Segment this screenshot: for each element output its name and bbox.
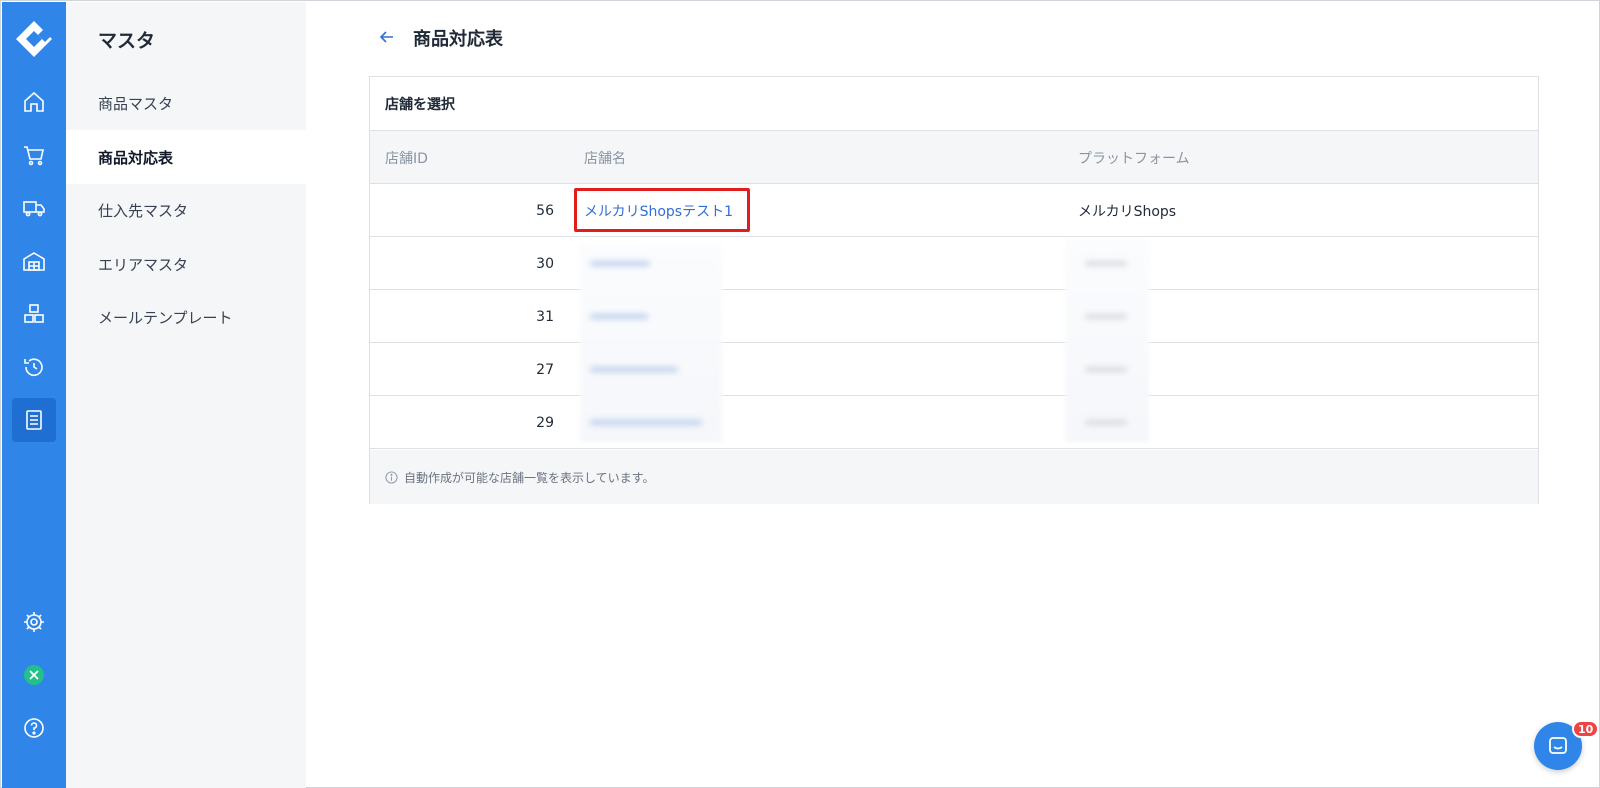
table-row[interactable]: 56 メルカリShopsテスト1 メルカリShops	[370, 184, 1538, 237]
card-footer: 自動作成が可能な店舗一覧を表示しています。	[370, 450, 1538, 504]
sidebar-item-label: 商品マスタ	[98, 94, 174, 113]
chat-unread-badge: 10	[1572, 720, 1600, 738]
icon-rail	[2, 2, 66, 788]
app-logo[interactable]	[14, 19, 54, 59]
cart-icon[interactable]	[12, 133, 56, 177]
sidebar-item-mail-template[interactable]: メールテンプレート	[66, 290, 306, 344]
truck-icon[interactable]	[12, 186, 56, 230]
table-header: 店舗ID 店舗名 プラットフォーム	[370, 131, 1538, 184]
sidebar-item-supplier-master[interactable]: 仕入先マスタ	[66, 183, 306, 237]
store-id: 30	[536, 255, 554, 272]
store-id: 27	[536, 361, 554, 378]
sub-sidebar: マスタ 商品マスタ 商品対応表 仕入先マスタ エリアマスタ メールテンプレート	[66, 2, 306, 788]
store-id: 31	[536, 308, 554, 325]
table-row[interactable]: 29	[370, 396, 1538, 449]
boxes-icon[interactable]	[12, 292, 56, 336]
app-frame: マスタ 商品マスタ 商品対応表 仕入先マスタ エリアマスタ メールテンプレート …	[0, 0, 1600, 788]
footer-note: 自動作成が可能な店舗一覧を表示しています。	[404, 470, 655, 485]
settings-icon[interactable]	[12, 600, 56, 644]
section-title: マスタ	[98, 30, 156, 52]
store-select-card: 店舗を選択 店舗ID 店舗名 プラットフォーム 56 メルカリShopsテスト1…	[369, 76, 1539, 504]
table-row[interactable]: 31	[370, 290, 1538, 343]
home-icon[interactable]	[12, 80, 56, 124]
store-id: 29	[536, 414, 554, 431]
column-header-store-name: 店舗名	[584, 150, 626, 167]
card-header: 店舗を選択	[370, 77, 1538, 131]
info-icon	[385, 470, 398, 484]
redacted-store-names	[580, 245, 722, 442]
back-arrow-icon[interactable]	[377, 27, 397, 47]
column-header-store-id: 店舗ID	[385, 150, 428, 167]
status-icon[interactable]	[12, 653, 56, 697]
history-icon[interactable]	[12, 345, 56, 389]
sidebar-item-product-master[interactable]: 商品マスタ	[66, 76, 306, 130]
sidebar-item-label: エリアマスタ	[98, 255, 189, 274]
list-icon[interactable]	[12, 398, 56, 442]
sidebar-item-label: メールテンプレート	[98, 308, 233, 327]
page-title: 商品対応表	[413, 29, 503, 50]
table-row[interactable]: 30	[370, 237, 1538, 290]
store-id: 56	[536, 202, 554, 219]
warehouse-icon[interactable]	[12, 239, 56, 283]
column-header-platform: プラットフォーム	[1078, 150, 1190, 167]
store-platform: メルカリShops	[1078, 203, 1177, 220]
table-row[interactable]: 27	[370, 343, 1538, 396]
redacted-platforms	[1065, 240, 1149, 442]
sidebar-item-area-master[interactable]: エリアマスタ	[66, 237, 306, 291]
chat-icon	[1549, 737, 1567, 754]
sidebar-item-label: 仕入先マスタ	[98, 201, 189, 220]
help-icon[interactable]	[12, 706, 56, 750]
store-name-link[interactable]: メルカリShopsテスト1	[584, 184, 733, 237]
sidebar-item-product-mapping[interactable]: 商品対応表	[66, 130, 306, 184]
sidebar-item-label: 商品対応表	[98, 148, 174, 167]
